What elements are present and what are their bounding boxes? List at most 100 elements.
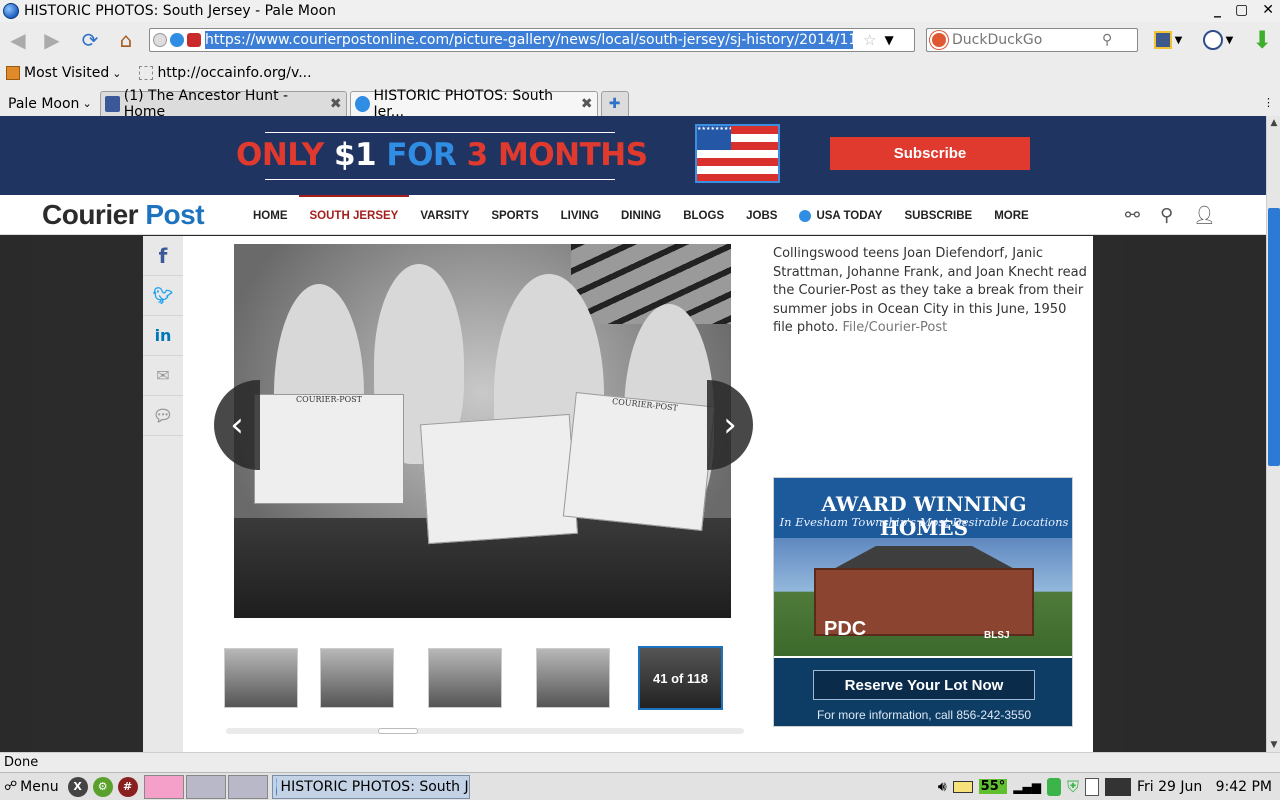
bookmarks-menu-button[interactable]: ▼	[1148, 26, 1188, 54]
bookmark-label: Most Visited	[24, 65, 110, 81]
advertisement[interactable]: AWARD WINNING HOMES In Evesham Township'…	[773, 477, 1073, 727]
thumbnail-scrollbar[interactable]	[226, 728, 744, 734]
signal-icon[interactable]: ▂▄▆	[1013, 780, 1041, 794]
tab-list-icon[interactable]: ⋮	[1263, 96, 1274, 109]
history-button[interactable]: ▼	[1198, 26, 1238, 54]
tab-historic-photos[interactable]: HISTORIC PHOTOS: South Jer... ✖	[349, 88, 598, 120]
gallery-thumbnail-current[interactable]: 41 of 118	[638, 646, 723, 710]
back-button[interactable]: ◀	[4, 26, 32, 54]
clipboard-icon[interactable]	[1084, 777, 1099, 796]
menu-icon: ☍	[4, 779, 18, 794]
app-menu-button[interactable]: Pale Moon ⌄	[0, 91, 100, 116]
page-scrollbar[interactable]: ▲ ▼	[1266, 116, 1280, 752]
share-icon[interactable]: ⚯	[1125, 205, 1140, 226]
scroll-up-icon[interactable]: ▲	[1267, 116, 1280, 130]
email-share-button[interactable]: ✉	[143, 356, 183, 396]
photo-counter: 41 of 118	[653, 670, 708, 686]
ad-subtitle: In Evesham Township's Most Desirable Loc…	[779, 515, 1069, 529]
nav-subscribe[interactable]: SUBSCRIBE	[893, 195, 983, 235]
new-tab-button[interactable]: ✚	[600, 91, 629, 116]
twitter-share-button[interactable]: 🐦︎	[143, 276, 183, 316]
nav-home[interactable]: HOME	[242, 195, 299, 235]
promo-headline: ONLY $1 FOR 3 MONTHS	[236, 137, 648, 173]
forward-button[interactable]: ▶	[38, 26, 66, 54]
start-menu-button[interactable]: ☍ Menu	[0, 774, 63, 800]
gallery-photo[interactable]: COURIER-POST COURIER-POST	[234, 244, 731, 618]
url-text[interactable]: https://www.courierpostonline.com/pictur…	[205, 31, 853, 49]
user-icon[interactable]: 👤︎	[1193, 205, 1216, 226]
bookmark-occainfo[interactable]: http://occainfo.org/v...	[139, 65, 312, 81]
courier-post-logo[interactable]: Courier Post	[42, 199, 205, 231]
gallery-thumbnail[interactable]	[224, 648, 298, 708]
taskbar-window-button[interactable]: HISTORIC PHOTOS: South J	[271, 774, 470, 799]
minimize-button[interactable]: _	[1214, 2, 1221, 18]
logo-post: Post	[145, 199, 205, 230]
comment-button[interactable]: 💬︎	[143, 396, 183, 436]
x-app-icon[interactable]: X	[67, 776, 88, 797]
downloads-button[interactable]: ⬇	[1248, 26, 1276, 54]
scroll-down-icon[interactable]: ▼	[1267, 738, 1280, 752]
nav-usa-today[interactable]: USA TODAY	[788, 195, 893, 235]
nav-dining[interactable]: DINING	[610, 195, 672, 235]
temperature-readout[interactable]: 55°	[978, 779, 1008, 794]
workspace-2[interactable]	[185, 774, 226, 799]
site-nav: HOME SOUTH JERSEY VARSITY SPORTS LIVING …	[242, 195, 1040, 235]
volume-icon[interactable]: 🔊︎	[938, 779, 947, 795]
nav-jobs[interactable]: JOBS	[735, 195, 788, 235]
nav-blogs[interactable]: BLOGS	[672, 195, 735, 235]
american-flag-image: ★★★★★★★★★★★★★★★★★★★★★★★★★★★★★★	[695, 124, 780, 183]
facebook-share-button[interactable]: f	[143, 236, 183, 276]
nav-living[interactable]: LIVING	[550, 195, 610, 235]
close-window-button[interactable]: ✕	[1262, 2, 1274, 18]
subscribe-button[interactable]: Subscribe	[830, 137, 1030, 170]
shield-icon[interactable]: ⛨	[1067, 777, 1079, 797]
status-text: Done	[4, 755, 39, 770]
reload-button[interactable]: ⟳	[76, 26, 104, 54]
reserve-lot-button[interactable]: Reserve Your Lot Now	[813, 670, 1035, 700]
search-icon[interactable]: ⚲	[1102, 32, 1112, 48]
gallery-thumbnail[interactable]	[320, 648, 394, 708]
gear-app-icon[interactable]: ⚙	[92, 776, 113, 797]
bookmark-star-icon[interactable]: ☆	[863, 31, 876, 49]
search-icon[interactable]: ⚲	[1160, 205, 1173, 226]
pale-moon-icon	[275, 777, 277, 796]
promo-divider	[265, 179, 615, 180]
gallery-thumbnail[interactable]	[428, 648, 502, 708]
duckduckgo-icon[interactable]	[930, 31, 948, 49]
close-tab-icon[interactable]: ✖	[330, 96, 342, 112]
facebook-favicon-icon	[104, 96, 120, 112]
site-identity-icon	[170, 33, 184, 47]
nav-south-jersey[interactable]: SOUTH JERSEY	[298, 195, 410, 235]
hash-app-icon[interactable]: #	[117, 776, 138, 797]
close-tab-icon[interactable]: ✖	[581, 96, 593, 112]
nav-varsity[interactable]: VARSITY	[409, 195, 480, 235]
nav-more[interactable]: MORE	[983, 195, 1040, 235]
scrollbar-thumb[interactable]	[1268, 208, 1280, 466]
search-bar[interactable]: ⚲	[926, 28, 1138, 52]
thumbnail-scroll-handle[interactable]	[378, 728, 418, 734]
workspace-3[interactable]	[227, 774, 268, 799]
cpu-monitor-icon[interactable]	[1104, 777, 1131, 796]
url-dropdown-icon[interactable]: ▼	[884, 33, 893, 47]
promo-for: FOR	[386, 137, 457, 173]
navigation-toolbar: ◀ ▶ ⟳ ⌂ https://www.courierpostonline.co…	[0, 24, 1280, 56]
promo-divider	[265, 132, 615, 133]
chevron-left-icon: ‹	[230, 405, 244, 445]
gallery-thumbnail[interactable]	[536, 648, 610, 708]
battery-icon[interactable]	[952, 780, 973, 793]
nav-sports[interactable]: SPORTS	[480, 195, 549, 235]
bookmark-most-visited[interactable]: Most Visited ⌄	[6, 65, 121, 81]
tab-ancestor-hunt[interactable]: (1) The Ancestor Hunt - Home ✖	[99, 88, 347, 120]
workspace-1[interactable]	[143, 774, 184, 799]
search-input[interactable]	[952, 32, 1102, 48]
database-icon[interactable]	[1046, 777, 1061, 796]
chevron-down-icon: ▼	[1225, 34, 1234, 46]
photo-caption: Collingswood teens Joan Diefendorf, Jani…	[773, 245, 1088, 338]
site-header: Courier Post HOME SOUTH JERSEY VARSITY S…	[0, 195, 1266, 235]
status-bar: Done	[0, 752, 1280, 772]
home-button[interactable]: ⌂	[112, 26, 140, 54]
maximize-button[interactable]: ▢	[1235, 2, 1248, 18]
linkedin-share-button[interactable]: in	[143, 316, 183, 356]
address-bar[interactable]: https://www.courierpostonline.com/pictur…	[149, 28, 915, 52]
clock[interactable]: Fri 29 Jun 9:42 PM	[1137, 779, 1272, 795]
